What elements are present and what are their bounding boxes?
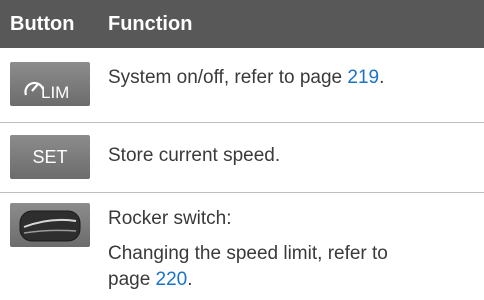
lim-label: LIM	[41, 83, 69, 102]
set-label: SET	[32, 147, 68, 167]
rocker-switch-icon	[10, 203, 90, 247]
column-header-button: Button	[10, 13, 75, 35]
rocker-switch-description-cont: page 220.	[108, 269, 193, 290]
table-row: Rocker switch: Changing the speed limit,…	[0, 193, 484, 300]
table-row: LIM System on/off, refer to page 219.	[0, 48, 484, 112]
button-function-table: Button Function LIM System on/off, refer…	[0, 0, 484, 300]
table-row: SET Store current speed.	[0, 123, 484, 191]
set-button-icon: SET	[10, 135, 90, 179]
row-function-text: System on/off, refer to page 219.	[108, 67, 385, 88]
table-header: Button Function	[0, 0, 484, 48]
speed-limiter-icon: LIM	[10, 62, 90, 106]
rocker-switch-title: Rocker switch:	[108, 208, 232, 229]
page-link[interactable]: 219	[347, 67, 379, 88]
rocker-switch-description: Changing the speed limit, refer to	[108, 243, 388, 264]
column-header-function: Function	[108, 13, 193, 35]
row-function-text: Store current speed.	[108, 145, 281, 166]
page-link[interactable]: 220	[156, 269, 188, 290]
